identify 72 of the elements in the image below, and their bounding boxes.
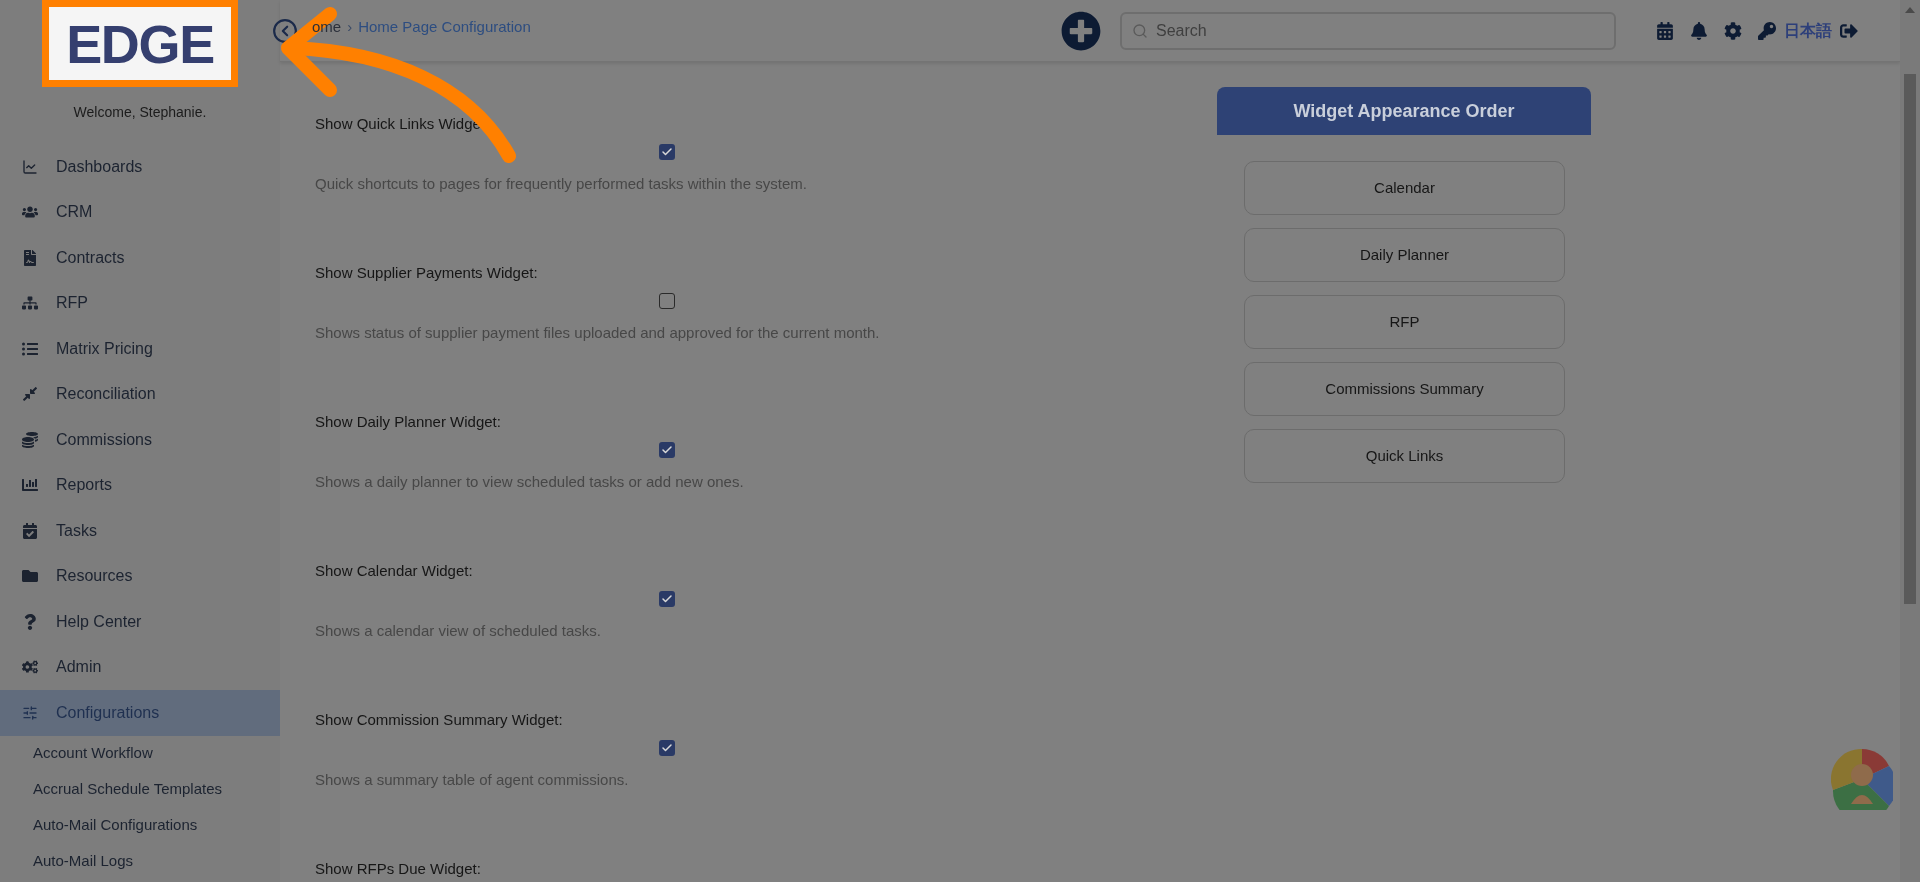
coins-icon — [22, 431, 38, 448]
checkmark-icon — [661, 742, 673, 754]
panel-title: Widget Appearance Order — [1293, 99, 1515, 123]
scrollbar[interactable] — [1900, 0, 1920, 882]
widget-description: Shows a summary table of agent commissions. — [315, 769, 629, 790]
widget-label: Show Supplier Payments Widget: — [315, 262, 538, 283]
checkmark-icon — [661, 444, 673, 456]
sidebar-subitem[interactable]: Accrual Schedule Templates — [33, 778, 222, 801]
scrollbar-thumb[interactable] — [1904, 74, 1916, 604]
widget-label: Show Commission Summary Widget: — [315, 709, 563, 730]
widget-order-item[interactable]: Commissions Summary — [1244, 362, 1565, 416]
sidebar-item[interactable]: Matrix Pricing — [0, 326, 280, 372]
question-mark-icon — [22, 613, 38, 630]
widget-description: Shows a daily planner to view scheduled tasks or add new ones. — [315, 471, 744, 492]
widget-checkbox[interactable] — [659, 442, 675, 458]
sliders-icon — [22, 704, 38, 721]
widget-checkbox[interactable] — [659, 293, 675, 309]
gears-icon — [22, 659, 38, 676]
sidebar-item[interactable]: CRM — [0, 189, 280, 235]
folder-icon — [22, 568, 38, 585]
line-chart-icon — [22, 158, 38, 175]
key-icon[interactable] — [1758, 21, 1776, 40]
widget-checkbox[interactable] — [659, 591, 675, 607]
widget-description: Quick shortcuts to pages for frequently performed tasks within the system. — [315, 173, 807, 194]
bar-chart-icon — [22, 477, 38, 494]
sidebar-item[interactable]: Configurations — [0, 690, 280, 736]
sidebar-item[interactable]: Reports — [0, 462, 280, 508]
sitemap-icon — [22, 295, 38, 312]
search-input[interactable]: Search — [1156, 18, 1604, 43]
welcome-text: Welcome, Stephanie. — [73, 104, 207, 120]
widget-label: Show Daily Planner Widget: — [315, 411, 501, 432]
sidebar-item[interactable]: Contracts — [0, 235, 280, 281]
logout-icon[interactable] — [1840, 21, 1858, 40]
widget-label: Show Calendar Widget: — [315, 560, 473, 581]
sidebar-item[interactable]: Tasks — [0, 508, 280, 554]
checkmark-icon — [661, 593, 673, 605]
widget-description: Shows status of supplier payment files uploaded and approved for the current month. — [315, 322, 880, 343]
widget-order-item[interactable]: Calendar — [1244, 161, 1565, 215]
sidebar-item[interactable]: Reconciliation — [0, 371, 280, 417]
sidebar-item[interactable]: Help Center — [0, 599, 280, 645]
widget-checkbox[interactable] — [659, 144, 675, 160]
breadcrumb-separator: › — [347, 17, 353, 38]
calendar-check-icon — [22, 522, 38, 539]
compress-arrows-icon — [22, 386, 38, 403]
search-icon — [1132, 22, 1148, 39]
sidebar-subitem[interactable]: Auto-Mail Configurations — [33, 814, 198, 837]
sidebar-subitem[interactable]: Account Workflow — [33, 742, 153, 765]
sidebar-item[interactable]: Dashboards — [0, 144, 280, 190]
widget-description: Shows a calendar view of scheduled tasks. — [315, 620, 601, 641]
add-icon[interactable] — [1061, 10, 1101, 51]
search-field[interactable]: Search — [1120, 11, 1616, 50]
settings-icon[interactable] — [1724, 21, 1742, 40]
breadcrumb-link[interactable]: Home Page Configuration — [358, 16, 531, 39]
notification-icon[interactable] — [1690, 21, 1708, 40]
calendar-icon[interactable] — [1656, 21, 1674, 40]
widget-checkbox[interactable] — [659, 740, 675, 756]
sidebar-item[interactable]: Admin — [0, 644, 280, 690]
widget-label: Show RFPs Due Widget: — [315, 858, 481, 879]
list-icon — [22, 340, 38, 357]
checkmark-icon — [661, 146, 673, 158]
sidebar-item[interactable]: RFP — [0, 280, 280, 326]
users-icon — [22, 204, 38, 221]
sidebar-subitem[interactable]: Auto-Mail Logs — [33, 850, 134, 873]
sidebar-item[interactable]: Commissions — [0, 417, 280, 463]
widget-order-item[interactable]: RFP — [1244, 295, 1565, 349]
sidebar-item[interactable]: Resources — [0, 553, 280, 599]
document-icon — [22, 249, 38, 266]
language-link[interactable]: 日本語 — [1784, 18, 1832, 43]
widget-order-item[interactable]: Quick Links — [1244, 429, 1565, 483]
back-icon[interactable] — [272, 17, 298, 44]
widget-order-item[interactable]: Daily Planner — [1244, 228, 1565, 282]
logo[interactable]: EDGE — [66, 16, 214, 71]
